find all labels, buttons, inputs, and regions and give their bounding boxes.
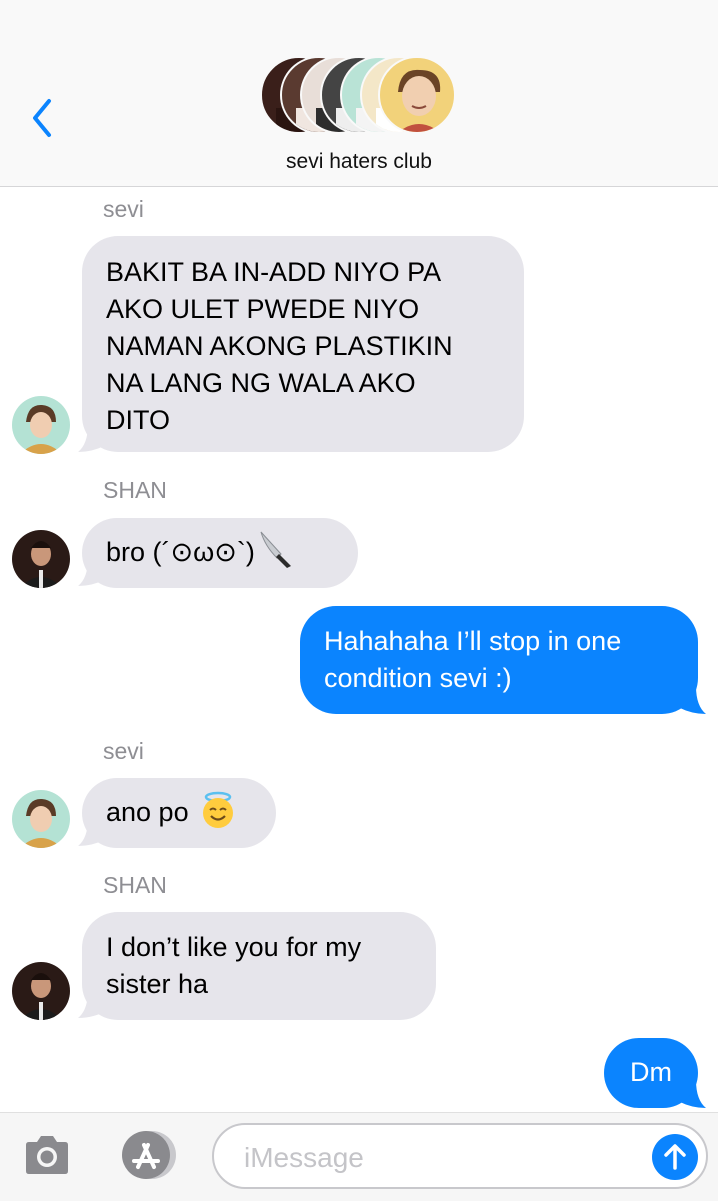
smiling-face-with-halo-icon — [202, 791, 233, 828]
message-line: AKO ULET PWEDE NIYO — [106, 294, 420, 324]
knife-icon — [260, 531, 291, 568]
message-line: NA LANG NG WALA AKO — [106, 368, 416, 398]
sevi-avatar[interactable] — [12, 790, 70, 848]
message-input[interactable]: iMessage — [212, 1123, 708, 1189]
back-button[interactable] — [24, 96, 60, 140]
sender-name: sevi — [103, 196, 144, 222]
message-bubble[interactable]: bro (´⊙ω⊙`) — [82, 518, 358, 588]
message-line: sister ha — [106, 969, 209, 999]
member-avatar — [378, 56, 456, 134]
message-input-placeholder: iMessage — [244, 1142, 364, 1173]
sender-name: SHAN — [103, 872, 167, 898]
send-button[interactable] — [652, 1134, 698, 1180]
message-line: Hahahaha I’ll stop in one — [324, 626, 622, 656]
sender-name: SHAN — [103, 477, 167, 503]
message-line: DITO — [106, 405, 171, 435]
shan-avatar[interactable] — [12, 962, 70, 1020]
camera-button[interactable] — [22, 1133, 72, 1177]
app-store-button[interactable] — [118, 1129, 180, 1181]
message-line: BAKIT BA IN-ADD NIYO PA — [106, 257, 442, 287]
app-store-icon — [122, 1131, 176, 1179]
compose-bar: iMessage — [0, 1112, 718, 1201]
message-bubble[interactable]: Hahahaha I’ll stop in one condition sevi… — [300, 606, 698, 714]
group-title[interactable]: sevi haters club — [0, 150, 718, 174]
message-text: Dm — [630, 1057, 672, 1087]
message-bubble[interactable]: Dm — [604, 1038, 698, 1108]
conversation-header: sevi haters club — [0, 0, 718, 187]
sender-name: sevi — [103, 738, 144, 764]
message-text: bro (´⊙ω⊙`) — [106, 537, 255, 567]
chevron-left-icon — [33, 99, 51, 137]
group-avatar-stack[interactable] — [260, 56, 456, 136]
shan-avatar[interactable] — [12, 530, 70, 588]
message-line: condition sevi :) — [324, 663, 512, 693]
message-bubble[interactable]: I don’t like you for my sister ha — [82, 912, 436, 1020]
send-arrow-up-icon — [664, 1144, 686, 1170]
message-text: ano po — [106, 797, 189, 827]
message-bubble[interactable]: BAKIT BA IN-ADD NIYO PA AKO ULET PWEDE N… — [82, 236, 524, 452]
message-line: I don’t like you for my — [106, 932, 362, 962]
sevi-avatar[interactable] — [12, 396, 70, 454]
message-bubble[interactable]: ano po — [82, 778, 276, 848]
camera-icon — [26, 1136, 68, 1174]
message-line: NAMAN AKONG PLASTIKIN — [106, 331, 453, 361]
